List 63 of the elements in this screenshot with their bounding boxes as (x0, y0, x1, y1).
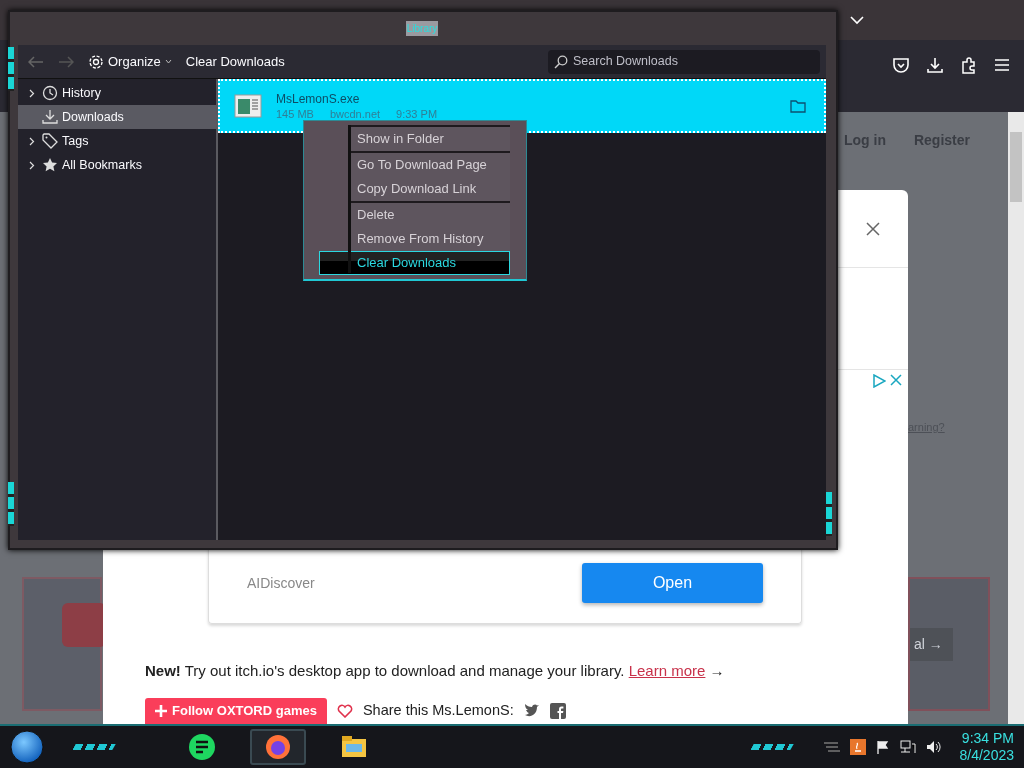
download-icon[interactable] (926, 56, 944, 74)
chevron-icon[interactable] (29, 160, 35, 170)
share-label: Share this Ms.LemonS: (362, 701, 514, 721)
notes-app-icon (188, 733, 216, 761)
plus-icon (155, 705, 167, 717)
menu-item[interactable]: Clear Downloads (319, 251, 510, 275)
network-icon[interactable] (899, 740, 916, 754)
learn-more-link[interactable]: Learn more (628, 661, 706, 679)
caret-icon (164, 59, 172, 64)
menu-item[interactable]: Remove From History (349, 227, 510, 251)
menu-icon[interactable] (994, 58, 1010, 72)
gear-icon (88, 53, 104, 70)
follow-button[interactable]: Follow OXTORD games (145, 698, 327, 724)
tab-list-icon[interactable] (850, 15, 864, 25)
window-title: Library (405, 21, 439, 36)
file-source: bwcdn.net (329, 106, 381, 122)
menu-item[interactable]: Delete (349, 203, 510, 227)
start-orb-icon[interactable] (10, 730, 44, 764)
sidebar-item[interactable]: History (18, 81, 216, 105)
menu-item[interactable]: Copy Download Link (349, 177, 510, 201)
ad-brand: AIDiscover (247, 573, 315, 593)
search-field[interactable]: Search Downloads (548, 49, 820, 74)
menu-item[interactable]: Go To Download Page (349, 153, 510, 177)
clock-date[interactable]: 8/4/2023 (959, 747, 1014, 764)
search-field[interactable]: Search Downloads (573, 52, 813, 71)
file-size: 145 MB (276, 106, 314, 122)
back-arrow-icon[interactable] (28, 55, 44, 68)
f-square-icon[interactable] (549, 703, 566, 719)
flag-icon[interactable] (875, 740, 890, 754)
chevron-icon[interactable] (29, 88, 35, 98)
clear-downloads-button[interactable]: Clear Downloads (185, 51, 285, 72)
notice-text: New! Try out itch.io's desktop app to download and manage your library. Learn more → (145, 660, 726, 681)
download-icon (42, 109, 58, 125)
close-icon[interactable] (866, 221, 880, 236)
folder-icon[interactable] (790, 99, 806, 113)
taskbar-app[interactable] (250, 729, 306, 765)
tag-icon (42, 133, 58, 149)
chevron-icon[interactable] (29, 136, 35, 146)
tray-lines-icon[interactable] (821, 741, 840, 753)
sidebar-item[interactable]: Tags (18, 129, 216, 153)
menu-item[interactable]: Show in Folder (349, 127, 510, 151)
organize-button[interactable]: Organize (88, 51, 172, 72)
sidebar-item[interactable]: Downloads (18, 105, 216, 129)
browser-app-icon (264, 733, 292, 761)
java-icon[interactable] (849, 739, 866, 755)
speaker-icon[interactable] (925, 740, 942, 754)
bird-icon[interactable] (523, 704, 540, 718)
download-row[interactable]: MsLemonS.exe 145 MB bwcdn.net 9:33 PM (218, 79, 826, 133)
ad-choices-icon[interactable] (872, 374, 886, 388)
file-icon (234, 94, 262, 118)
search-icon (554, 54, 568, 69)
pocket-icon[interactable] (892, 56, 910, 74)
sidebar-item[interactable]: All Bookmarks (18, 153, 216, 177)
page-button[interactable]: al → (908, 577, 990, 711)
puzzle-icon[interactable] (960, 56, 978, 74)
heart-icon[interactable] (336, 704, 353, 718)
clock-icon (42, 85, 58, 101)
file-time: 9:33 PM (396, 106, 438, 122)
star-icon (42, 157, 58, 173)
clock-time[interactable]: 9:34 PM (959, 730, 1014, 747)
close-icon[interactable] (890, 374, 902, 386)
open-button[interactable]: Open (582, 563, 763, 603)
file-name: MsLemonS.exe (276, 90, 361, 108)
